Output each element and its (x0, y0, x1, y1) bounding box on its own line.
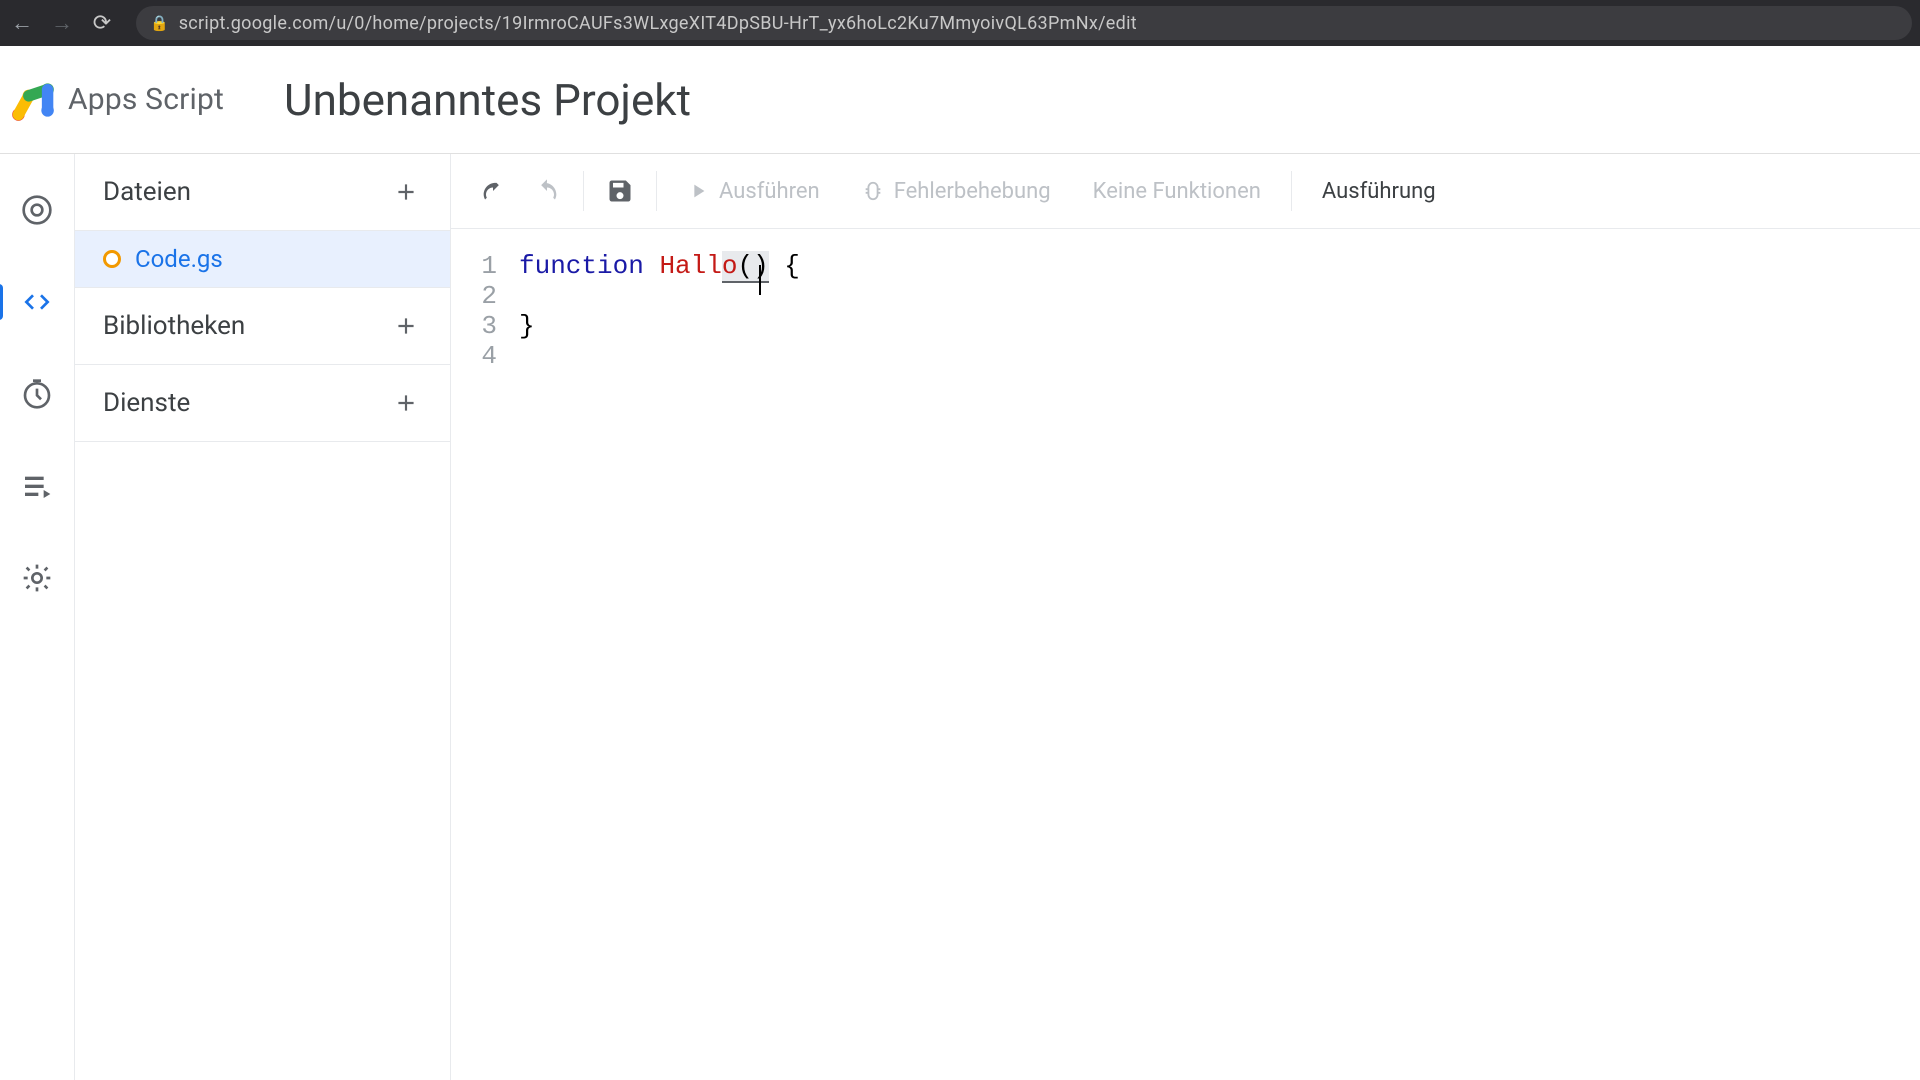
reload-icon[interactable]: ⟳ (88, 11, 116, 36)
debug-label: Fehlerbehebung (894, 179, 1051, 204)
left-rail (0, 154, 75, 1080)
libraries-label: Bibliotheken (103, 311, 245, 341)
editor-area: Ausführen Fehlerbehebung Keine Funktione… (451, 154, 1920, 1080)
text-cursor-icon (759, 265, 761, 295)
editor-toolbar: Ausführen Fehlerbehebung Keine Funktione… (451, 154, 1920, 229)
url-bar[interactable]: 🔒 script.google.com/u/0/home/projects/19… (136, 6, 1912, 40)
file-name: Code.gs (135, 245, 223, 273)
line-number: 2 (451, 281, 497, 311)
rail-triggers[interactable] (13, 370, 61, 418)
line-number: 3 (451, 311, 497, 341)
nav-forward-icon[interactable]: → (48, 10, 76, 36)
rail-editor[interactable] (13, 278, 61, 326)
services-label: Dienste (103, 388, 190, 418)
add-service-button[interactable] (386, 383, 426, 423)
unsaved-indicator-icon (103, 250, 121, 268)
apps-script-logo-icon (8, 75, 58, 125)
code-line (519, 341, 1920, 371)
workspace: Dateien Code.gs Bibliotheken Dienste (0, 154, 1920, 1080)
url-text: script.google.com/u/0/home/projects/19Ir… (179, 13, 1137, 34)
toolbar-separator (583, 171, 584, 211)
sidebar: Dateien Code.gs Bibliotheken Dienste (75, 154, 451, 1080)
code-line (519, 281, 1920, 311)
product-logo[interactable]: Apps Script (8, 75, 224, 125)
files-label: Dateien (103, 177, 191, 207)
line-gutter: 1 2 3 4 (451, 251, 519, 1080)
libraries-section-header: Bibliotheken (75, 288, 450, 365)
add-file-button[interactable] (386, 172, 426, 212)
redo-button[interactable] (523, 167, 571, 215)
nav-back-icon[interactable]: ← (8, 10, 36, 36)
project-title[interactable]: Unbenanntes Projekt (284, 74, 691, 126)
code-lines[interactable]: function Hallo() { } (519, 251, 1920, 1080)
rail-executions[interactable] (13, 462, 61, 510)
rail-overview[interactable] (13, 186, 61, 234)
rail-settings[interactable] (13, 554, 61, 602)
run-button[interactable]: Ausführen (669, 167, 838, 215)
product-name: Apps Script (68, 82, 224, 117)
code-editor[interactable]: 1 2 3 4 function Hallo() { } (451, 229, 1920, 1080)
lock-icon: 🔒 (150, 14, 169, 32)
execution-log-button[interactable]: Ausführung (1308, 179, 1450, 204)
add-library-button[interactable] (386, 306, 426, 346)
run-label: Ausführen (719, 179, 820, 204)
toolbar-separator (656, 171, 657, 211)
line-number: 1 (451, 251, 497, 281)
debug-button[interactable]: Fehlerbehebung (844, 167, 1069, 215)
toolbar-separator (1291, 171, 1292, 211)
browser-chrome: ← → ⟳ 🔒 script.google.com/u/0/home/proje… (0, 0, 1920, 46)
file-item-code[interactable]: Code.gs (75, 231, 450, 288)
function-selector[interactable]: Keine Funktionen (1075, 179, 1279, 204)
code-line: function Hallo() { (519, 251, 1920, 281)
services-section-header: Dienste (75, 365, 450, 442)
code-line: } (519, 311, 1920, 341)
line-number: 4 (451, 341, 497, 371)
save-button[interactable] (596, 167, 644, 215)
app-header: Apps Script Unbenanntes Projekt (0, 46, 1920, 154)
undo-button[interactable] (469, 167, 517, 215)
files-section-header: Dateien (75, 154, 450, 231)
